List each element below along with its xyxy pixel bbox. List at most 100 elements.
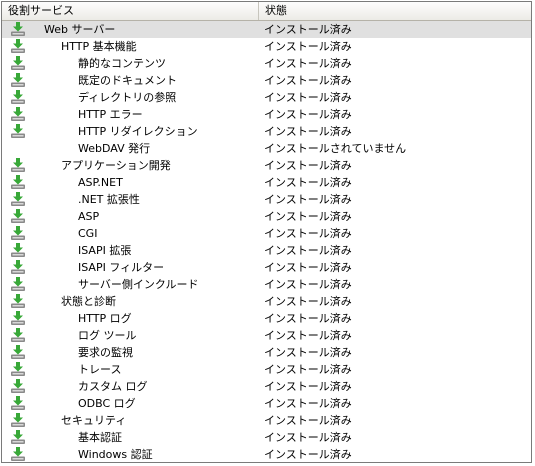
installed-icon [11,107,25,121]
list-item[interactable]: HTTP リダイレクション インストール済み [2,123,531,140]
list-item[interactable]: 基本認証 インストール済み [2,429,531,446]
role-service-name: セキュリティ [61,414,127,427]
role-service-name: HTTP 基本機能 [61,40,137,53]
role-service-name: 状態と診断 [61,295,116,308]
column-header-status[interactable]: 状態 [259,2,531,20]
role-service-name: ISAPI 拡張 [78,244,132,257]
installed-icon [11,277,25,291]
list-item[interactable]: 状態と診断 インストール済み [2,293,531,310]
role-service-status: インストール済み [264,227,352,240]
role-service-name: WebDAV 発行 [78,142,151,155]
role-service-status: インストール済み [264,91,352,104]
role-service-status: インストール済み [264,414,352,427]
list-header: 役割サービス 状態 [2,2,531,21]
role-service-name: CGI [78,227,98,240]
list-item[interactable]: Web サーバー インストール済み [2,21,531,38]
list-item[interactable]: ISAPI 拡張 インストール済み [2,242,531,259]
list-item[interactable]: 既定のドキュメント インストール済み [2,72,531,89]
list-item[interactable]: CGI インストール済み [2,225,531,242]
role-service-name: ログ ツール [78,329,137,342]
installed-icon [11,56,25,70]
role-service-name: トレース [78,363,122,376]
role-service-name: HTTP リダイレクション [78,125,198,138]
installed-icon [11,260,25,274]
role-service-name: Windows 認証 [78,448,153,461]
installed-icon [11,90,25,104]
role-service-name: ISAPI フィルター [78,261,165,274]
role-service-name: Web サーバー [44,23,116,36]
installed-icon [11,294,25,308]
role-service-name: サーバー側インクルード [78,278,199,291]
installed-icon [11,158,25,172]
installed-icon [11,311,25,325]
list-item[interactable]: ASP.NET インストール済み [2,174,531,191]
installed-icon [11,73,25,87]
installed-icon [11,175,25,189]
role-service-status: インストール済み [264,40,352,53]
role-service-status: インストール済み [264,23,352,36]
role-service-status: インストール済み [264,380,352,393]
list-item[interactable]: サーバー側インクルード インストール済み [2,276,531,293]
role-service-status: インストール済み [264,261,352,274]
installed-icon [11,226,25,240]
list-item[interactable]: ASP インストール済み [2,208,531,225]
list-item[interactable]: ISAPI フィルター インストール済み [2,259,531,276]
role-service-name: .NET 拡張性 [78,193,140,206]
role-service-status: インストール済み [264,244,352,257]
role-service-status: インストール済み [264,108,352,121]
role-service-status: インストール済み [264,57,352,70]
list-item[interactable]: HTTP 基本機能 インストール済み [2,38,531,55]
role-service-name: HTTP ログ [78,312,132,325]
role-service-name: 要求の監視 [78,346,133,359]
role-services-list[interactable]: 役割サービス 状態 Web サーバー インストール済み HTTP 基本機能 イン… [1,1,532,463]
installed-icon [11,328,25,342]
list-item[interactable]: .NET 拡張性 インストール済み [2,191,531,208]
installed-icon [11,379,25,393]
list-item[interactable]: 要求の監視 インストール済み [2,344,531,361]
list-item[interactable]: アプリケーション開発 インストール済み [2,157,531,174]
role-service-name: 基本認証 [78,431,122,444]
list-item[interactable]: 静的なコンテンツ インストール済み [2,55,531,72]
role-service-name: ディレクトリの参照 [78,91,177,104]
installed-icon [11,413,25,427]
installed-icon [11,396,25,410]
list-item[interactable]: WebDAV 発行 インストールされていません [2,140,531,157]
installed-icon [11,39,25,53]
role-service-name: 静的なコンテンツ [78,57,166,70]
list-item[interactable]: HTTP エラー インストール済み [2,106,531,123]
list-item[interactable]: ログ ツール インストール済み [2,327,531,344]
role-service-status: インストール済み [264,125,352,138]
role-service-name: ASP.NET [78,176,123,189]
role-service-status: インストール済み [264,74,352,87]
installed-icon [11,22,25,36]
role-service-status: インストール済み [264,312,352,325]
role-service-status: インストール済み [264,176,352,189]
installed-icon [11,447,25,461]
role-service-status: インストール済み [264,159,352,172]
installed-icon [11,124,25,138]
list-body: Web サーバー インストール済み HTTP 基本機能 インストール済み 静的な… [2,21,531,462]
role-service-status: インストール済み [264,346,352,359]
role-service-status: インストール済み [264,193,352,206]
list-item[interactable]: カスタム ログ インストール済み [2,378,531,395]
list-item[interactable]: セキュリティ インストール済み [2,412,531,429]
role-service-status: インストール済み [264,448,352,461]
installed-icon [11,430,25,444]
column-header-role-services[interactable]: 役割サービス [2,2,259,20]
role-service-name: ODBC ログ [78,397,136,410]
list-item[interactable]: ODBC ログ インストール済み [2,395,531,412]
role-service-status: インストール済み [264,295,352,308]
role-service-status: インストール済み [264,363,352,376]
role-service-name: カスタム ログ [78,380,148,393]
role-service-status: インストール済み [264,329,352,342]
role-service-status: インストール済み [264,278,352,291]
installed-icon [11,345,25,359]
role-service-status: インストール済み [264,431,352,444]
role-service-name: 既定のドキュメント [78,74,177,87]
role-service-name: HTTP エラー [78,108,143,121]
list-item[interactable]: Windows 認証 インストール済み [2,446,531,462]
list-item[interactable]: HTTP ログ インストール済み [2,310,531,327]
installed-icon [11,362,25,376]
list-item[interactable]: ディレクトリの参照 インストール済み [2,89,531,106]
list-item[interactable]: トレース インストール済み [2,361,531,378]
